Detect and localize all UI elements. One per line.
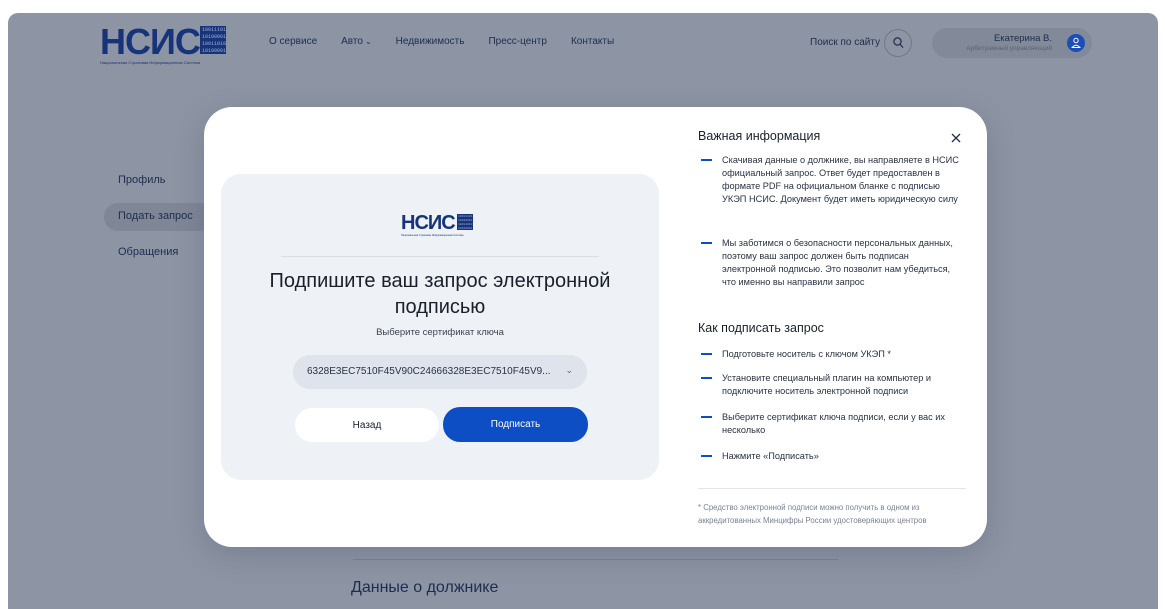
card-logo-bits: 10011101 10100001 10011010 10100001 bbox=[457, 214, 473, 230]
sign-card: НСИС 10011101 10100001 10011010 10100001… bbox=[221, 174, 659, 480]
list-item-text: Подготовьте носитель с ключом УКЭП * bbox=[722, 349, 891, 359]
logo-text: НСИС bbox=[100, 21, 201, 62]
nav-item-auto-label: Авто bbox=[341, 36, 363, 47]
nav-item-auto[interactable]: Авто ⌄ bbox=[341, 36, 372, 47]
user-menu[interactable]: Екатерина В. Арбитражный управляющий bbox=[932, 28, 1092, 58]
certificate-select[interactable]: 6328E3EC7510F45V90C24666328E3EC7510F45V9… bbox=[293, 355, 587, 389]
dash-icon bbox=[701, 159, 712, 161]
card-logo-subtitle: Национальная Страховая Информационная Си… bbox=[401, 234, 464, 237]
chevron-down-icon: ⌄ bbox=[565, 365, 573, 375]
user-icon bbox=[1071, 37, 1081, 48]
dash-icon bbox=[701, 377, 712, 379]
back-button[interactable]: Назад bbox=[295, 408, 439, 442]
info-divider bbox=[698, 488, 966, 489]
site-header: НСИС 10011101 10100001 10011010 10100001… bbox=[8, 13, 1158, 73]
close-icon[interactable] bbox=[949, 131, 963, 145]
search-icon bbox=[893, 37, 904, 48]
sidebar-item-profile[interactable]: Профиль bbox=[118, 174, 166, 186]
sign-button[interactable]: Подписать bbox=[443, 407, 588, 442]
list-item-text: Скачивая данные о должнике, вы направляе… bbox=[722, 155, 959, 204]
section-divider bbox=[353, 559, 838, 560]
card-logo: НСИС 10011101 10100001 10011010 10100001… bbox=[401, 212, 483, 237]
nav-item-realty[interactable]: Недвижимость bbox=[396, 36, 465, 47]
main-nav: О сервисе Авто ⌄ Недвижимость Пресс-центр… bbox=[269, 36, 614, 47]
user-role: Арбитражный управляющий bbox=[966, 45, 1052, 52]
list-item-text: Мы заботимся о безопасности персональных… bbox=[722, 238, 953, 287]
nav-item-press[interactable]: Пресс-центр bbox=[488, 36, 546, 47]
site-logo[interactable]: НСИС 10011101 10100001 10011010 10100001… bbox=[100, 22, 228, 66]
logo-bits: 10011101 10100001 10011010 10100001 bbox=[200, 26, 226, 54]
dash-icon bbox=[701, 242, 712, 244]
info-panel: Важная информация Скачивая данные о долж… bbox=[698, 107, 968, 547]
list-item-text: Выберите сертификат ключа подписи, если … bbox=[722, 412, 945, 435]
footnote: * Средство электронной подписи можно пол… bbox=[698, 503, 927, 525]
nav-item-about[interactable]: О сервисе bbox=[269, 36, 317, 47]
sidebar-item-request[interactable]: Подать запрос bbox=[118, 210, 193, 222]
search-label[interactable]: Поиск по сайту bbox=[810, 37, 880, 48]
logo-subtitle: Национальная Страховая Информационная Си… bbox=[100, 60, 200, 65]
list-item-text: Нажмите «Подписать» bbox=[722, 451, 819, 461]
dash-icon bbox=[701, 455, 712, 457]
user-name: Екатерина В. bbox=[993, 33, 1052, 44]
card-logo-text: НСИС bbox=[401, 212, 456, 234]
nav-item-contacts[interactable]: Контакты bbox=[571, 36, 614, 47]
chevron-down-icon: ⌄ bbox=[364, 37, 372, 46]
sign-modal: НСИС 10011101 10100001 10011010 10100001… bbox=[204, 107, 987, 547]
list-item-text: Установите специальный плагин на компьют… bbox=[722, 373, 931, 396]
modal-title: Подпишите ваш запрос электронной подпись… bbox=[269, 270, 611, 318]
sidebar-item-appeals[interactable]: Обращения bbox=[118, 246, 178, 258]
certificate-value: 6328E3EC7510F45V90C24666328E3EC7510F45V9… bbox=[307, 366, 551, 377]
how-heading: Как подписать запрос bbox=[698, 321, 824, 335]
dash-icon bbox=[701, 353, 712, 355]
important-heading: Важная информация bbox=[698, 129, 821, 143]
section-title: Данные о должнике bbox=[351, 579, 499, 596]
certificate-label: Выберите сертификат ключа bbox=[376, 327, 504, 338]
card-divider bbox=[281, 256, 599, 257]
dash-icon bbox=[701, 416, 712, 418]
search-button[interactable] bbox=[884, 29, 912, 57]
avatar bbox=[1067, 34, 1085, 52]
